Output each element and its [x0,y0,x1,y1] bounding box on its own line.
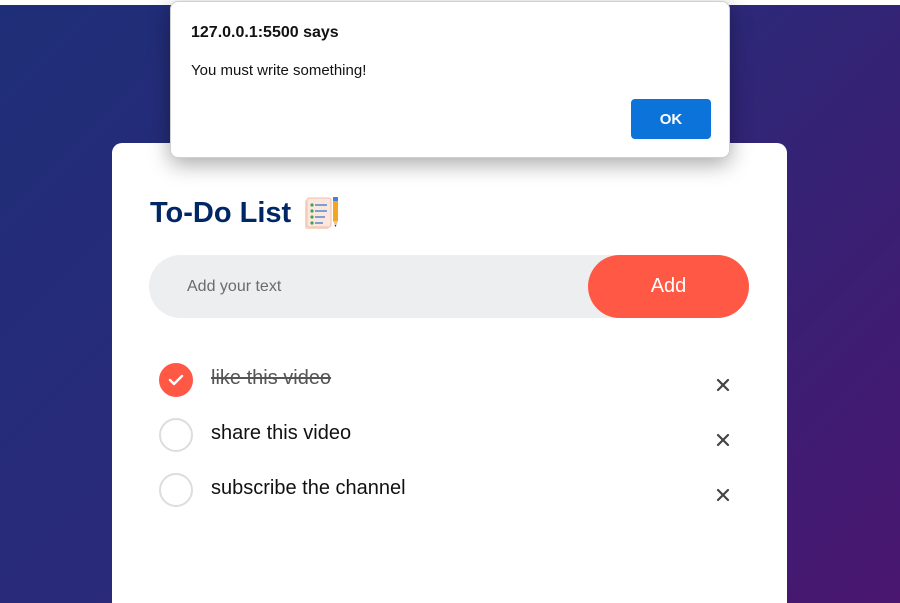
alert-dialog: 127.0.0.1:5500 says You must write somet… [170,1,730,158]
task-text: share this video [211,422,352,444]
task-checkbox-unchecked[interactable] [159,418,193,452]
task-item[interactable]: share this video [159,418,749,473]
task-input[interactable] [149,255,589,318]
close-icon [716,378,730,392]
delete-task-button[interactable] [711,428,735,452]
close-icon [716,488,730,502]
add-button[interactable]: Add [588,255,749,318]
task-checkbox-unchecked[interactable] [159,473,193,507]
title-row: To-Do List [150,193,341,233]
page-title: To-Do List [150,196,292,229]
task-item[interactable]: like this video [159,363,749,418]
todo-card: To-Do List Add your text Add like this v… [112,143,787,603]
ok-button[interactable]: OK [631,99,711,139]
delete-task-button[interactable] [711,483,735,507]
task-item[interactable]: subscribe the channel [159,473,749,528]
delete-task-button[interactable] [711,373,735,397]
alert-message: You must write something! [191,62,367,79]
notepad-with-pencil-icon [305,197,339,229]
task-text: subscribe the channel [211,477,406,499]
checkmark-icon [168,374,184,386]
task-checkbox-checked[interactable] [159,363,193,397]
close-icon [716,433,730,447]
task-text: like this video [211,367,332,389]
input-row: Add [149,255,749,318]
alert-origin: 127.0.0.1:5500 says [191,24,339,41]
task-list: like this video share this video subscri… [159,363,749,528]
